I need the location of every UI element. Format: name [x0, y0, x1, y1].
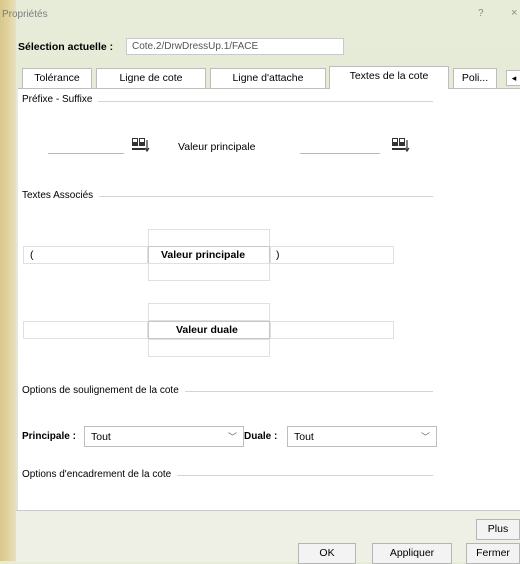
main-value-label: Valeur principale	[161, 249, 246, 261]
tab-dimension-line[interactable]: Ligne de cote	[96, 68, 206, 88]
chevron-down-icon: ﹀	[420, 432, 430, 442]
dialog-footer: Plus OK Appliquer Fermer	[16, 510, 520, 564]
main-value-bottom-text[interactable]	[148, 263, 270, 281]
underline-main-value: Tout	[91, 431, 111, 443]
suffix-insert-symbol-button[interactable]	[388, 135, 414, 155]
dimension-texts-panel: Préfixe - Suffixe Valeur principale Text…	[18, 88, 520, 511]
tab-extension-line[interactable]: Ligne d'attache	[210, 68, 326, 88]
main-value-left-text[interactable]	[23, 246, 148, 264]
underline-dual-value: Tout	[294, 431, 314, 443]
underline-options-title: Options de soulignement de la cote	[22, 385, 185, 396]
dual-value-right-text[interactable]	[270, 321, 394, 339]
frame-options-title: Options d'encadrement de la cote	[22, 469, 178, 480]
text-insert-icon	[132, 138, 150, 153]
main-value-box: Valeur principale	[148, 246, 270, 264]
properties-dialog: Propriétés ? × Sélection actuelle : Cote…	[2, 0, 520, 564]
underline-main-label: Principale :	[22, 431, 76, 442]
tab-strip: Tolérance Ligne de cote Ligne d'attache …	[22, 66, 520, 89]
current-selection-label: Sélection actuelle :	[18, 41, 114, 53]
main-value-top-text[interactable]	[148, 229, 270, 247]
more-button[interactable]: Plus	[476, 519, 520, 540]
close-window-button[interactable]: ×	[511, 7, 517, 19]
underline-main-select[interactable]: Tout ﹀	[84, 426, 244, 447]
current-selection-row: Sélection actuelle : Cote.2/DrwDressUp.1…	[16, 38, 520, 56]
dual-value-bottom-text[interactable]	[148, 339, 270, 357]
help-button[interactable]: ?	[478, 8, 484, 19]
tab-dimension-texts[interactable]: Textes de la cote	[329, 66, 449, 89]
suffix-input[interactable]	[300, 137, 380, 154]
current-selection-field[interactable]: Cote.2/DrwDressUp.1/FACE	[126, 38, 344, 55]
window-title: Propriétés	[2, 9, 48, 20]
right-bracket: )	[276, 249, 280, 261]
tab-scroll-left-button[interactable]: ◂	[506, 70, 520, 86]
left-bracket: (	[30, 249, 34, 261]
main-value-right-text[interactable]	[270, 246, 394, 264]
dual-value-top-text[interactable]	[148, 303, 270, 321]
prefix-suffix-title: Préfixe - Suffixe	[22, 94, 99, 105]
text-insert-icon	[392, 138, 410, 153]
tab-tolerance[interactable]: Tolérance	[22, 68, 92, 88]
prefix-main-value-label: Valeur principale	[178, 141, 256, 153]
chevron-down-icon: ﹀	[227, 432, 237, 442]
tab-font[interactable]: Poli...	[453, 68, 497, 88]
prefix-insert-symbol-button[interactable]	[128, 135, 154, 155]
dual-value-box: Valeur duale	[148, 321, 270, 339]
dual-value-label: Valeur duale	[176, 324, 238, 336]
dual-value-left-text[interactable]	[23, 321, 148, 339]
underline-dual-select[interactable]: Tout ﹀	[287, 426, 437, 447]
associated-texts-title: Textes Associés	[22, 190, 100, 201]
background-strip	[0, 0, 16, 561]
underline-dual-label: Duale :	[244, 431, 278, 442]
prefix-input[interactable]	[48, 137, 124, 154]
title-bar: Propriétés ? ×	[2, 0, 520, 30]
